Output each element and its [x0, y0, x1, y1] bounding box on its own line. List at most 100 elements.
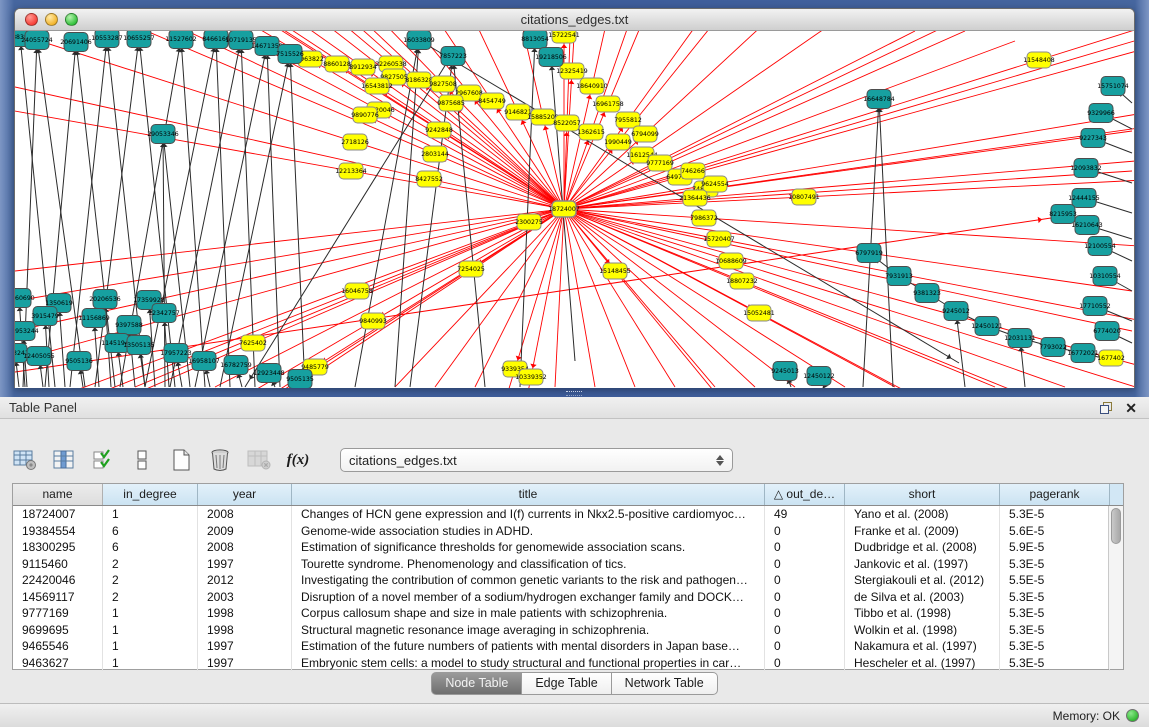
graph-node[interactable]: 18640910: [576, 78, 608, 94]
graph-node[interactable]: 15722541: [548, 31, 580, 43]
float-panel-icon[interactable]: [1099, 401, 1113, 415]
graph-node[interactable]: 10310554: [1089, 267, 1121, 286]
table-row[interactable]: 1456911722003Disruption of a novel membe…: [13, 589, 1123, 606]
graph-node[interactable]: 9890776: [351, 107, 379, 123]
function-builder-icon[interactable]: f(x): [285, 447, 311, 473]
graph-node[interactable]: 15751074: [1097, 77, 1129, 96]
graph-node[interactable]: 9505136: [65, 352, 93, 371]
graph-node[interactable]: 17957223: [160, 344, 192, 363]
table-row[interactable]: 1830029562008Estimation of significance …: [13, 539, 1123, 556]
graph-node[interactable]: 6774020: [1093, 322, 1121, 341]
graph-node[interactable]: 12450122: [803, 367, 835, 386]
column-header-short[interactable]: short: [845, 484, 1000, 505]
table-row[interactable]: 969969511998Structural magnetic resonanc…: [13, 622, 1123, 639]
column-header-in_degree[interactable]: in_degree: [103, 484, 198, 505]
graph-node[interactable]: 2300275: [515, 214, 543, 230]
table-settings-icon[interactable]: [12, 447, 38, 473]
graph-node[interactable]: 13505135: [123, 336, 155, 355]
graph-node[interactable]: 7625402: [239, 335, 267, 351]
close-window-button[interactable]: [25, 13, 38, 26]
tab-edge-table[interactable]: Edge Table: [522, 672, 611, 695]
graph-node[interactable]: 19218506: [535, 48, 567, 67]
table-row[interactable]: 946554611997Estimation of the future num…: [13, 638, 1123, 655]
table-row[interactable]: 1938455462009Genome-wide association stu…: [13, 523, 1123, 540]
graph-node[interactable]: 18953244: [15, 322, 39, 341]
graph-node[interactable]: 2718126: [341, 134, 369, 150]
graph-node[interactable]: 7931913: [885, 267, 913, 286]
graph-node[interactable]: 8427552: [415, 171, 443, 187]
graph-node[interactable]: 6794099: [631, 126, 659, 142]
graph-node[interactable]: 11548408: [1023, 52, 1055, 68]
graph-node[interactable]: 9329966: [1087, 104, 1115, 123]
graph-node[interactable]: 12923448: [253, 364, 285, 383]
graph-node[interactable]: 15052481: [743, 305, 775, 321]
zoom-window-button[interactable]: [65, 13, 78, 26]
column-header-pagerank[interactable]: pagerank: [1000, 484, 1110, 505]
graph-node[interactable]: 20206536: [89, 290, 121, 309]
graph-node[interactable]: 9381323: [913, 284, 941, 303]
minimize-window-button[interactable]: [45, 13, 58, 26]
graph-node[interactable]: 12213364: [335, 163, 367, 179]
network-canvas[interactable]: 7963822886012889129342226053898275051654…: [15, 31, 1134, 388]
graph-node[interactable]: 18724007: [548, 201, 580, 217]
graph-node[interactable]: 9227343: [1079, 129, 1107, 148]
graph-node[interactable]: 11527602: [165, 31, 197, 49]
table-row[interactable]: 946362711997Embryonic stem cells: a mode…: [13, 655, 1123, 672]
graph-node[interactable]: 1990449: [604, 134, 632, 150]
graph-node[interactable]: 11156869: [78, 309, 110, 328]
graph-node[interactable]: 16958107: [188, 352, 220, 371]
graph-node[interactable]: 8813054: [521, 31, 549, 49]
graph-node[interactable]: 10339352: [515, 369, 547, 385]
graph-node[interactable]: 12450121: [971, 317, 1003, 336]
table-row[interactable]: 1872400712008Changes of HCN gene express…: [13, 506, 1123, 523]
graph-node[interactable]: 8215953: [1049, 205, 1077, 224]
graph-node[interactable]: 16046758: [341, 283, 373, 299]
graph-node[interactable]: 12405055: [23, 347, 55, 366]
table-row[interactable]: 911546021997Tourette syndrome. Phenomeno…: [13, 556, 1123, 573]
graph-node[interactable]: 12342757: [148, 304, 180, 323]
column-header-out_degree[interactable]: △ out_de…: [765, 484, 845, 505]
graph-node[interactable]: 1677402: [1097, 350, 1125, 366]
graph-node[interactable]: 16648784: [863, 90, 895, 109]
graph-node[interactable]: 9242848: [425, 122, 453, 138]
graph-node[interactable]: 9840993: [359, 313, 387, 329]
graph-node[interactable]: 7254025: [457, 261, 485, 277]
graph-node[interactable]: 9827508: [429, 76, 457, 92]
graph-node[interactable]: 7986372: [690, 210, 718, 226]
graph-node[interactable]: 1362615: [577, 124, 605, 140]
graph-node[interactable]: 7793022: [1039, 338, 1067, 357]
graph-node[interactable]: 16033809: [403, 31, 435, 50]
column-check-icon[interactable]: [90, 447, 116, 473]
graph-node[interactable]: 8860128: [323, 56, 351, 72]
graph-node[interactable]: 16961758: [592, 96, 624, 112]
graph-node[interactable]: 12093832: [1070, 159, 1102, 178]
graph-node[interactable]: 10807491: [788, 189, 820, 205]
graph-node[interactable]: 9505135: [286, 370, 314, 389]
vertical-scrollbar[interactable]: [1108, 506, 1123, 669]
graph-node[interactable]: 21364436: [679, 190, 711, 206]
graph-node[interactable]: 10688609: [715, 253, 747, 269]
graph-node[interactable]: 20691406: [60, 33, 92, 52]
graph-node[interactable]: 9245012: [942, 302, 970, 321]
graph-node[interactable]: 16210643: [1071, 216, 1103, 235]
graph-node[interactable]: 15148455: [599, 263, 631, 279]
new-file-icon[interactable]: [168, 447, 194, 473]
network-view-window[interactable]: citations_edges.txt 79638228860128891293…: [14, 8, 1135, 388]
tab-node-table[interactable]: Node Table: [431, 672, 522, 695]
column-header-year[interactable]: year: [198, 484, 292, 505]
graph-node[interactable]: 16782759: [220, 356, 252, 375]
tab-network-table[interactable]: Network Table: [612, 672, 718, 695]
splitter-grip[interactable]: [566, 391, 582, 396]
graph-node[interactable]: 9624554: [701, 176, 729, 192]
graph-node[interactable]: 2803144: [421, 146, 449, 162]
table-row[interactable]: 2242004622012Investigating the contribut…: [13, 572, 1123, 589]
graph-node[interactable]: 16543812: [361, 78, 393, 94]
column-header-name[interactable]: name: [13, 484, 103, 505]
network-graph[interactable]: 7963822886012889129342226053898275051654…: [15, 31, 1134, 388]
graph-node[interactable]: 29053346: [147, 125, 179, 144]
column-header-title[interactable]: title: [292, 484, 765, 505]
graph-node[interactable]: 8454749: [478, 93, 506, 109]
graph-node[interactable]: 746266: [681, 163, 705, 179]
table-row[interactable]: 977716911998Corpus callosum shape and si…: [13, 605, 1123, 622]
graph-node[interactable]: 25160690: [15, 289, 35, 308]
